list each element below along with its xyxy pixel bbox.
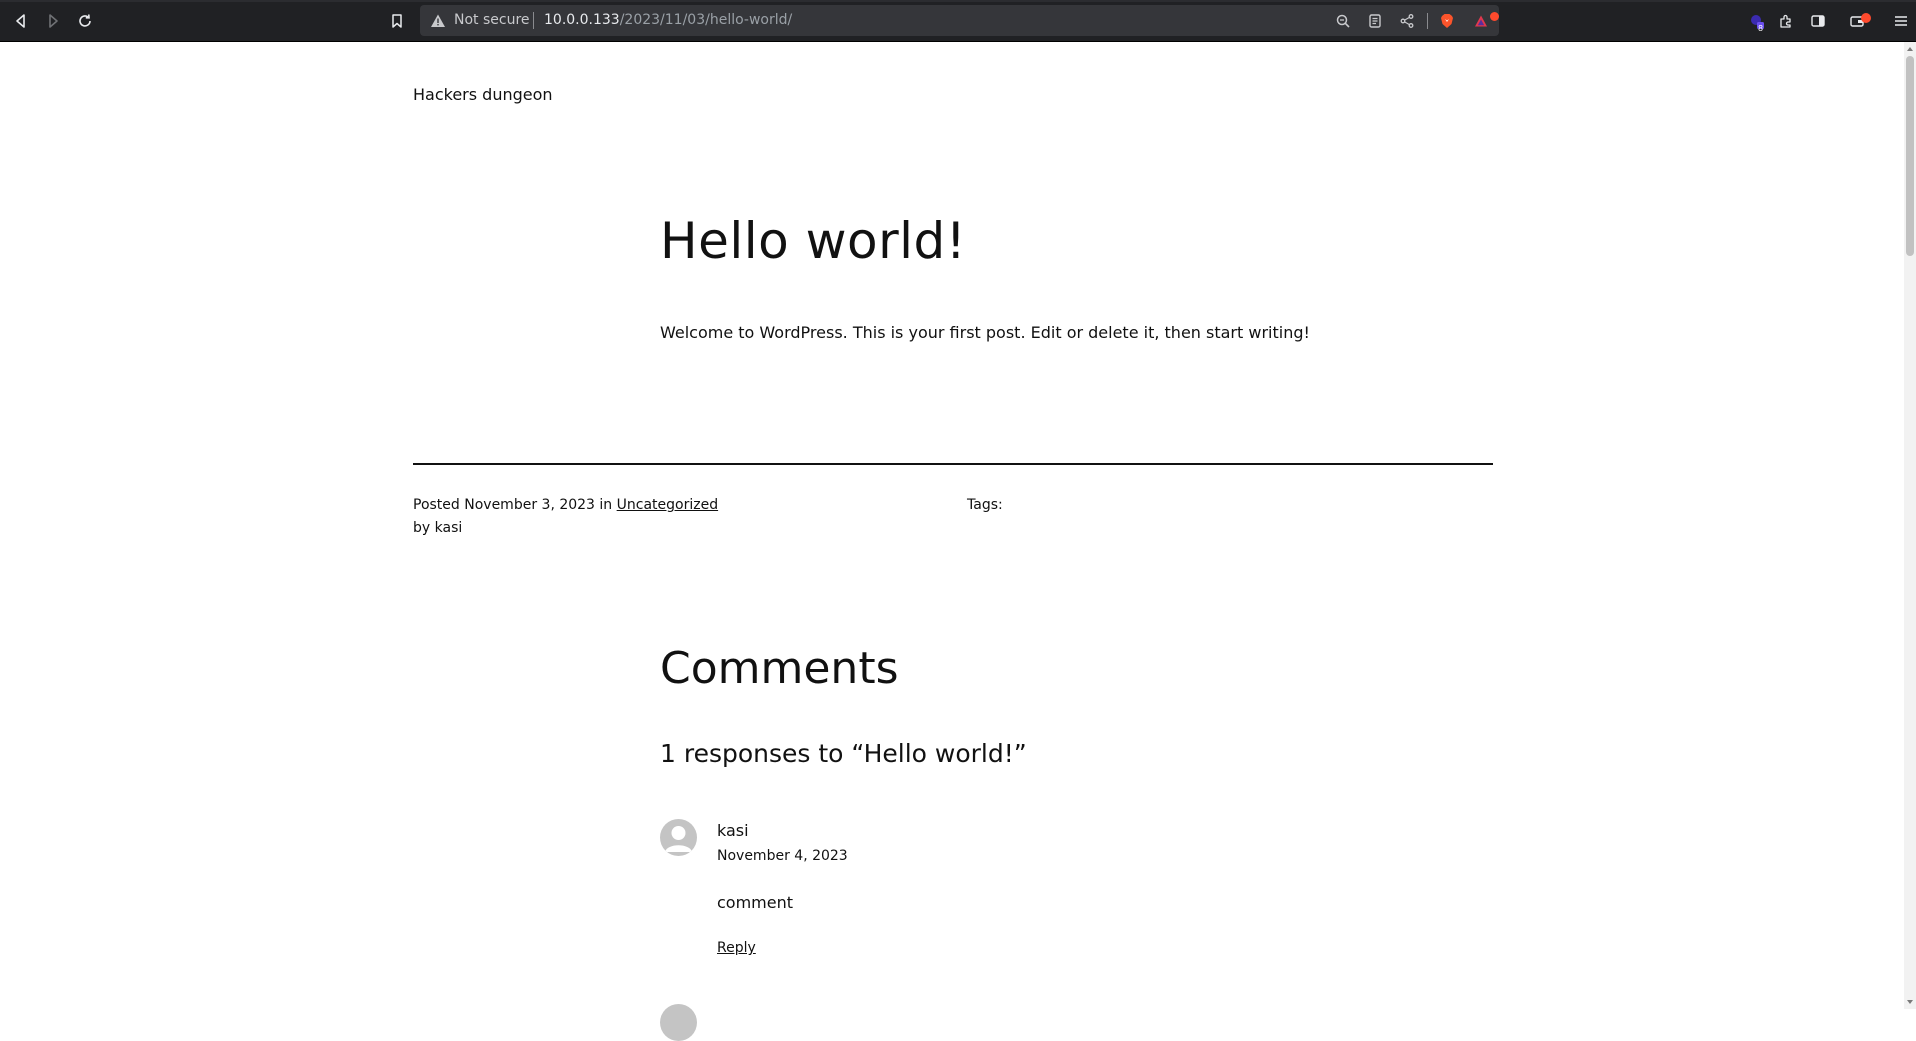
avatar-icon [665,826,692,852]
category-link[interactable]: Uncategorized [617,497,718,513]
extension-badge-count: 8 [1758,24,1764,33]
url-host: 10.0.0.133 [544,12,620,28]
post-author: kasi [434,520,463,536]
page-content: Hackers dungeon Hello world! Welcome to … [0,42,1904,1041]
site-title[interactable]: Hackers dungeon [413,85,553,104]
avatar [660,819,697,856]
warning-icon[interactable] [430,13,446,29]
extension-badge-icon[interactable] [1747,11,1767,31]
forward-icon[interactable] [42,10,64,32]
reload-icon[interactable] [74,10,96,32]
post-content: Welcome to WordPress. This is your first… [660,323,1310,342]
comment-text: comment [717,893,794,912]
post-date: November 3, 2023 [464,497,595,513]
scroll-up-icon[interactable] [1906,45,1914,53]
posted-label: Posted [413,497,460,513]
bookmark-icon[interactable] [386,10,408,32]
zoom-icon[interactable] [1334,12,1352,30]
address-bar[interactable]: Not secure 10.0.0.133/2023/11/03/hello-w… [420,5,1499,36]
brave-shields-icon[interactable] [1438,12,1456,30]
back-icon[interactable] [10,10,32,32]
comments-heading: Comments [660,643,899,694]
post-title: Hello world! [660,212,967,270]
security-label[interactable]: Not secure [454,12,530,28]
menu-icon[interactable] [1891,11,1911,31]
share-icon[interactable] [1398,12,1416,30]
post-meta: Posted November 3, 2023 in Uncategorized [413,497,718,513]
tab-strip-edge [0,0,1916,2]
avatar [660,1004,697,1041]
browser-toolbar: Not secure 10.0.0.133/2023/11/03/hello-w… [0,0,1916,42]
scroll-thumb[interactable] [1906,56,1914,256]
wallet-notification-dot [1861,13,1871,23]
comment-author: kasi [717,821,749,840]
url-path: /2023/11/03/hello-world/ [619,12,793,28]
tags-label: Tags: [967,497,1003,513]
comment-date[interactable]: November 4, 2023 [717,848,848,864]
scrollbar[interactable] [1904,42,1916,1009]
rewards-notification-dot [1490,12,1499,21]
url-text[interactable]: 10.0.0.133/2023/11/03/hello-world/ [544,12,792,28]
by-label: by [413,520,431,536]
post-author-line: by kasi [413,520,462,536]
comments-count: 1 responses to “Hello world!” [660,739,1027,768]
extensions-icon[interactable] [1776,11,1796,31]
brave-rewards-icon[interactable] [1472,12,1490,30]
url-divider [1427,13,1428,29]
reply-link[interactable]: Reply [717,940,756,956]
in-label: in [599,497,613,513]
post-separator [413,463,1493,465]
reader-mode-icon[interactable] [1366,12,1384,30]
url-separator [533,12,534,29]
scroll-down-icon[interactable] [1906,998,1914,1006]
sidebar-icon[interactable] [1808,11,1828,31]
